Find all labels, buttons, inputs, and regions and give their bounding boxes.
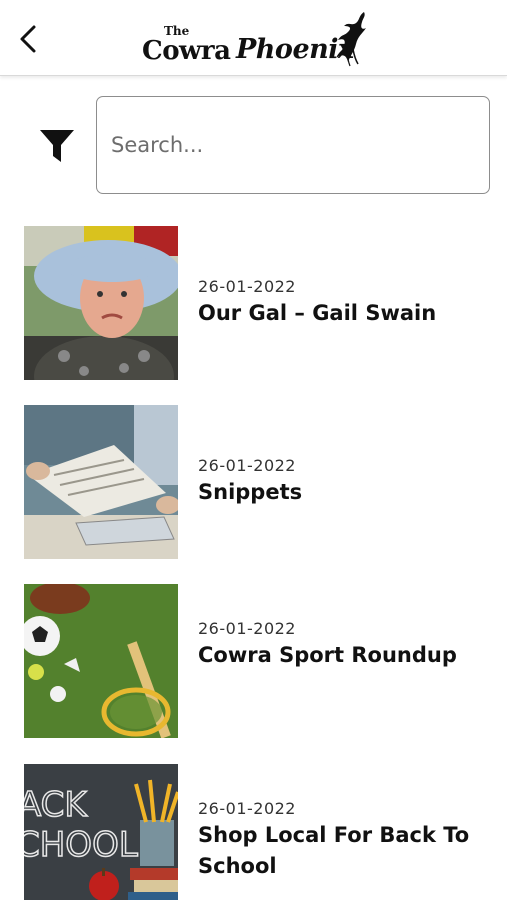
sports-equipment-photo <box>24 584 178 738</box>
article-date: 26-01-2022 <box>198 799 296 818</box>
article-item[interactable]: 26-01-2022 Snippets <box>24 405 494 559</box>
article-title[interactable]: Shop Local For Back To School <box>198 820 488 882</box>
chevron-left-icon <box>20 25 36 53</box>
article-title[interactable]: Snippets <box>198 477 488 508</box>
cowra-phoenix-logo: The Cowra Phoenix <box>140 10 372 68</box>
article-item[interactable]: ACK CHOOL 26-01-2022 Shop Local For Back… <box>24 764 494 900</box>
back-button[interactable] <box>12 20 44 58</box>
article-item[interactable]: 26-01-2022 Our Gal – Gail Swain <box>24 226 494 380</box>
article-date: 26-01-2022 <box>198 619 296 638</box>
search-field[interactable] <box>96 96 490 194</box>
logo-main-text: Cowra <box>142 36 231 66</box>
article-thumbnail <box>24 226 178 380</box>
newspaper-reading-photo <box>24 405 178 559</box>
article-meta: 26-01-2022 Cowra Sport Roundup <box>198 619 488 671</box>
article-thumbnail <box>24 584 178 738</box>
article-meta: 26-01-2022 Snippets <box>198 456 488 508</box>
filter-funnel-icon <box>40 130 74 162</box>
filter-button[interactable] <box>36 125 78 167</box>
article-meta: 26-01-2022 Our Gal – Gail Swain <box>198 277 488 329</box>
article-date: 26-01-2022 <box>198 456 296 475</box>
svg-text:CHOOL: CHOOL <box>24 825 138 865</box>
back-to-school-chalkboard-photo: ACK CHOOL <box>24 764 178 900</box>
article-item[interactable]: 26-01-2022 Cowra Sport Roundup <box>24 584 494 738</box>
phoenix-bird-icon <box>336 12 366 67</box>
article-thumbnail <box>24 405 178 559</box>
woman-in-hat-photo <box>24 226 178 380</box>
article-title[interactable]: Our Gal – Gail Swain <box>198 298 488 329</box>
search-input[interactable] <box>111 133 475 157</box>
article-title[interactable]: Cowra Sport Roundup <box>198 640 488 671</box>
article-thumbnail: ACK CHOOL <box>24 764 178 900</box>
article-meta: 26-01-2022 Shop Local For Back To School <box>198 799 488 882</box>
svg-text:ACK: ACK <box>24 785 88 825</box>
app-header: The Cowra Phoenix <box>0 0 507 76</box>
article-date: 26-01-2022 <box>198 277 296 296</box>
